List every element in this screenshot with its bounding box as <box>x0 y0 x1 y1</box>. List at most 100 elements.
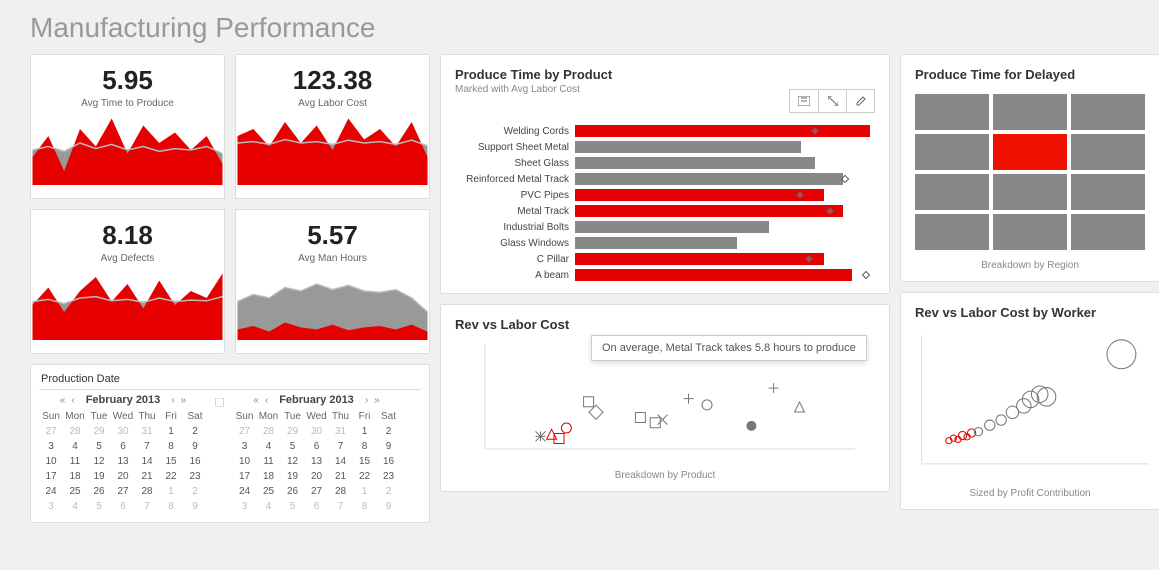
calendar-day[interactable]: 5 <box>281 439 305 454</box>
bar-chart[interactable]: Welding CordsSupport Sheet MetalSheet Gl… <box>441 95 889 293</box>
calendar-day[interactable]: 13 <box>111 454 135 469</box>
calendar-day[interactable]: 14 <box>329 454 353 469</box>
calendar-day[interactable]: 19 <box>281 469 305 484</box>
production-date-picker[interactable]: Production Date « ‹ February 2013 › » Su… <box>30 364 430 523</box>
calendar-day[interactable]: 12 <box>87 454 111 469</box>
calendar-day[interactable]: 25 <box>63 484 87 499</box>
calendar-day[interactable]: 17 <box>39 469 63 484</box>
calendar-day[interactable]: 28 <box>257 424 281 439</box>
calendar-day[interactable]: 23 <box>377 469 401 484</box>
calendar-day[interactable]: 21 <box>135 469 159 484</box>
expand-icon[interactable] <box>818 90 846 112</box>
kpi-avg-labor-cost[interactable]: 123.38 Avg Labor Cost <box>235 54 430 199</box>
calendar-day[interactable]: 12 <box>281 454 305 469</box>
calendar-day[interactable]: 10 <box>39 454 63 469</box>
calendar-day[interactable]: 5 <box>281 499 305 514</box>
calendar-day[interactable]: 26 <box>281 484 305 499</box>
bar-row[interactable]: A beam <box>455 269 875 281</box>
prev-month-icon[interactable]: ‹ <box>264 395 269 406</box>
calendar-day[interactable]: 13 <box>305 454 329 469</box>
next-month-icon[interactable]: › <box>364 395 369 406</box>
calendar-day[interactable]: 3 <box>233 439 257 454</box>
calendar-day[interactable]: 18 <box>257 469 281 484</box>
kpi-avg-time[interactable]: 5.95 Avg Time to Produce <box>30 54 225 199</box>
calendar-day[interactable]: 3 <box>39 499 63 514</box>
next-month-icon[interactable]: › <box>170 395 175 406</box>
calendar-grid[interactable]: SunMonTueWedThuFriSat2728293031123456789… <box>39 409 207 514</box>
calendar-day[interactable]: 31 <box>329 424 353 439</box>
bar-row[interactable]: Metal Track <box>455 205 875 217</box>
calendar-day[interactable]: 2 <box>377 424 401 439</box>
treemap-cell[interactable] <box>915 134 989 170</box>
treemap-cell[interactable] <box>1071 134 1145 170</box>
treemap-cell[interactable] <box>993 174 1067 210</box>
calendar-day[interactable]: 22 <box>159 469 183 484</box>
bar-row[interactable]: C Pillar <box>455 253 875 265</box>
bar-row[interactable]: PVC Pipes <box>455 189 875 201</box>
bar-row[interactable]: Support Sheet Metal <box>455 141 875 153</box>
calendar-day[interactable]: 27 <box>305 484 329 499</box>
calendar-day[interactable]: 9 <box>183 499 207 514</box>
next-year-icon[interactable]: » <box>373 395 381 406</box>
calendar-day[interactable]: 8 <box>159 499 183 514</box>
next-year-icon[interactable]: » <box>180 395 188 406</box>
calendar-day[interactable]: 1 <box>159 424 183 439</box>
calendar-day[interactable]: 27 <box>39 424 63 439</box>
calendar-day[interactable]: 6 <box>305 439 329 454</box>
bar-row[interactable]: Sheet Glass <box>455 157 875 169</box>
calendar-day[interactable]: 3 <box>233 499 257 514</box>
calendar-day[interactable]: 11 <box>63 454 87 469</box>
calendar-day[interactable]: 1 <box>353 484 377 499</box>
bar-row[interactable]: Reinforced Metal Track <box>455 173 875 185</box>
calendar-day[interactable]: 24 <box>233 484 257 499</box>
calendar-day[interactable]: 29 <box>87 424 111 439</box>
calendar-day[interactable]: 7 <box>329 439 353 454</box>
calendar-day[interactable]: 30 <box>111 424 135 439</box>
calendar-day[interactable]: 24 <box>39 484 63 499</box>
calendar-grid[interactable]: SunMonTueWedThuFriSat2728293031123456789… <box>233 409 401 514</box>
calendar-day[interactable]: 1 <box>159 484 183 499</box>
prev-month-icon[interactable]: ‹ <box>70 395 75 406</box>
treemap-chart[interactable] <box>901 84 1159 254</box>
calendar-day[interactable]: 8 <box>353 439 377 454</box>
calendar-day[interactable]: 5 <box>87 499 111 514</box>
calendar-day[interactable]: 2 <box>183 484 207 499</box>
calendar-day[interactable]: 14 <box>135 454 159 469</box>
calendar-day[interactable]: 28 <box>135 484 159 499</box>
treemap-cell[interactable] <box>915 94 989 130</box>
kpi-avg-man-hours[interactable]: 5.57 Avg Man Hours <box>235 209 430 354</box>
treemap-cell[interactable] <box>993 214 1067 250</box>
kpi-avg-defects[interactable]: 8.18 Avg Defects <box>30 209 225 354</box>
produce-time-by-product-panel[interactable]: Produce Time by Product Marked with Avg … <box>440 54 890 294</box>
treemap-cell[interactable] <box>993 94 1067 130</box>
calendar-day[interactable]: 6 <box>305 499 329 514</box>
calendar-day[interactable]: 7 <box>135 439 159 454</box>
calendar-day[interactable]: 7 <box>329 499 353 514</box>
calendar-day[interactable]: 18 <box>63 469 87 484</box>
treemap-cell[interactable] <box>915 174 989 210</box>
bar-row[interactable]: Industrial Bolts <box>455 221 875 233</box>
calendar-day[interactable]: 6 <box>111 499 135 514</box>
produce-time-delayed-panel[interactable]: Produce Time for Delayed Breakdown by Re… <box>900 54 1159 282</box>
calendar-day[interactable]: 4 <box>257 499 281 514</box>
calendar-day[interactable]: 8 <box>159 439 183 454</box>
calendar-day[interactable]: 31 <box>135 424 159 439</box>
calendar-day[interactable]: 26 <box>87 484 111 499</box>
calendar-day[interactable]: 16 <box>377 454 401 469</box>
treemap-cell[interactable] <box>993 134 1067 170</box>
treemap-cell[interactable] <box>1071 174 1145 210</box>
calendar-day[interactable]: 27 <box>233 424 257 439</box>
calendar-to[interactable]: « ‹ February 2013 › » SunMonTueWedThuFri… <box>233 394 401 514</box>
calendar-day[interactable]: 19 <box>87 469 111 484</box>
treemap-cell[interactable] <box>1071 214 1145 250</box>
calendar-from[interactable]: « ‹ February 2013 › » SunMonTueWedThuFri… <box>39 394 207 514</box>
calendar-day[interactable]: 4 <box>257 439 281 454</box>
calendar-day[interactable]: 16 <box>183 454 207 469</box>
calendar-day[interactable]: 2 <box>183 424 207 439</box>
link-range-icon[interactable]: 🗆 <box>215 394 225 416</box>
rev-vs-labor-by-worker-panel[interactable]: Rev vs Labor Cost by Worker Sized by Pro… <box>900 292 1159 510</box>
calendar-day[interactable]: 8 <box>353 499 377 514</box>
calendar-day[interactable]: 20 <box>305 469 329 484</box>
calendar-day[interactable]: 2 <box>377 484 401 499</box>
calendar-day[interactable]: 4 <box>63 439 87 454</box>
